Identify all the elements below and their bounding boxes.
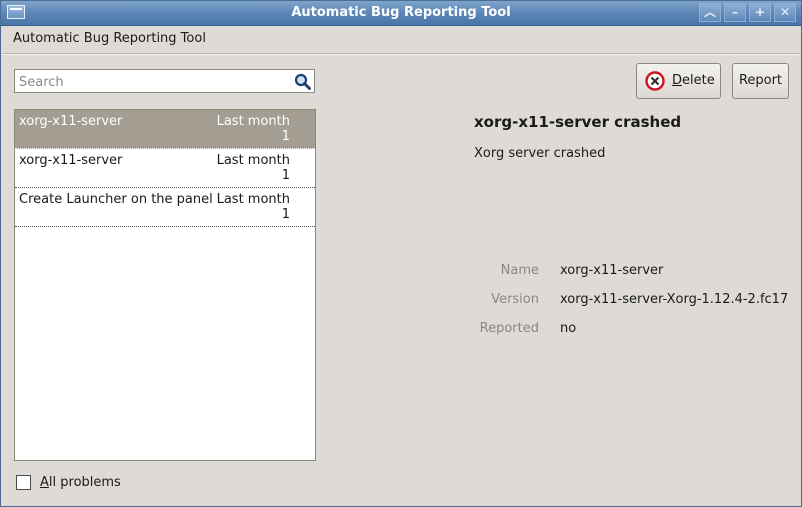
close-icon: ✕ <box>779 5 791 19</box>
search-icon[interactable] <box>294 73 311 90</box>
problem-date: Last month <box>216 114 290 129</box>
app-title: Automatic Bug Reporting Tool <box>13 31 206 46</box>
header-separator <box>2 53 800 55</box>
delete-icon <box>645 71 665 91</box>
problem-name: xorg-x11-server <box>19 153 123 168</box>
problem-name: Create Launcher on the panel <box>19 192 213 207</box>
version-value: xorg-x11-server-Xorg-1.12.4-2.fc17 <box>560 292 789 307</box>
all-problems-mnemonic: A <box>40 475 49 490</box>
maximize-icon: + <box>754 5 766 19</box>
report-label: Report <box>738 73 783 88</box>
close-button[interactable]: ✕ <box>774 3 796 22</box>
app-window: Automatic Bug Reporting Tool ︿ – + ✕ Aut… <box>0 0 802 507</box>
roll-up-button[interactable]: ︿ <box>699 3 721 22</box>
maximize-button[interactable]: + <box>749 3 771 22</box>
problem-date: Last month <box>216 192 290 207</box>
window-title: Automatic Bug Reporting Tool <box>291 5 511 20</box>
name-key: Name <box>500 263 539 278</box>
reported-key: Reported <box>479 321 539 336</box>
problem-row[interactable]: xorg-x11-server Last month 1 <box>15 149 315 188</box>
problem-name: xorg-x11-server <box>19 114 123 129</box>
problem-date: Last month <box>216 153 290 168</box>
problem-count: 1 <box>281 129 290 144</box>
title-bar[interactable]: Automatic Bug Reporting Tool ︿ – + ✕ <box>1 1 801 26</box>
search-box[interactable] <box>14 69 315 93</box>
minimize-icon: – <box>732 5 738 19</box>
search-input[interactable] <box>17 71 291 93</box>
minimize-button[interactable]: – <box>724 3 746 22</box>
problem-count: 1 <box>281 207 290 222</box>
problem-row[interactable]: xorg-x11-server Last month 1 <box>15 110 315 149</box>
reported-value: no <box>560 321 577 336</box>
all-problems-checkbox[interactable] <box>16 475 31 490</box>
problem-row[interactable]: Create Launcher on the panel Last month … <box>15 188 315 227</box>
all-problems-label[interactable]: All problems <box>40 475 121 490</box>
name-value: xorg-x11-server <box>560 263 664 278</box>
problem-title: xorg-x11-server crashed <box>474 113 682 131</box>
chevron-up-icon: ︿ <box>703 5 716 19</box>
report-button[interactable]: Report <box>732 63 789 99</box>
version-key: Version <box>491 292 539 307</box>
all-problems-text: ll problems <box>48 475 121 490</box>
problem-description: Xorg server crashed <box>474 146 606 161</box>
problem-list[interactable]: xorg-x11-server Last month 1 xorg-x11-se… <box>14 109 316 461</box>
delete-button[interactable]: Delete <box>636 63 721 99</box>
problem-count: 1 <box>281 168 290 183</box>
delete-label: Delete <box>672 73 715 88</box>
